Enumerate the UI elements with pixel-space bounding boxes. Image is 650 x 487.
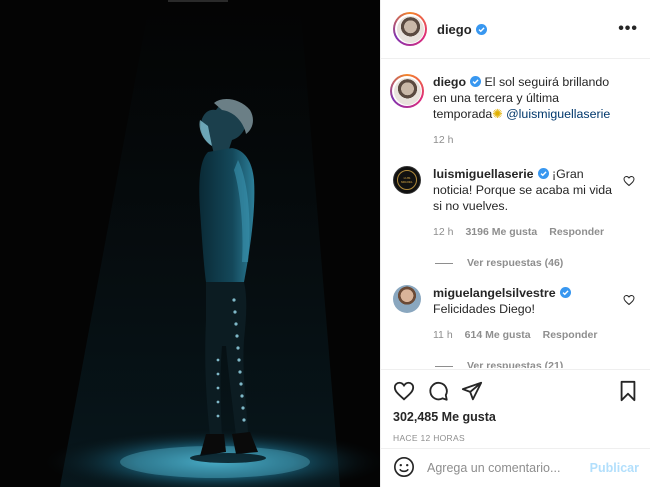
more-options-icon[interactable]: ••• bbox=[618, 20, 638, 38]
share-icon[interactable] bbox=[461, 380, 483, 402]
post-actions: 302,485 Me gusta HACE 12 HORAS bbox=[381, 369, 650, 443]
like-comment-heart-icon[interactable] bbox=[623, 294, 635, 306]
comment-time[interactable]: 11 h bbox=[433, 327, 453, 343]
commenter-avatar-logo-text: LUIS MIGUEL bbox=[401, 176, 413, 184]
verified-icon bbox=[475, 23, 487, 35]
comment-item: LUIS MIGUEL luismiguellaserie ¡Gran noti… bbox=[393, 166, 635, 240]
heart-icon[interactable] bbox=[393, 380, 415, 402]
commenter-avatar[interactable]: LUIS MIGUEL bbox=[393, 166, 421, 194]
likes-count[interactable]: 302,485 Me gusta bbox=[393, 410, 639, 424]
replies-divider bbox=[435, 365, 453, 367]
bookmark-icon[interactable] bbox=[617, 380, 639, 402]
caption-mention-link[interactable]: @luismiguellaserie bbox=[506, 107, 610, 121]
comment-icon[interactable] bbox=[427, 380, 449, 402]
view-replies-button[interactable]: Ver respuestas (46) bbox=[435, 257, 635, 269]
author-avatar[interactable] bbox=[393, 12, 427, 46]
verified-icon bbox=[559, 287, 571, 298]
caption-username[interactable]: diego bbox=[433, 75, 466, 89]
post-photo[interactable] bbox=[0, 0, 380, 487]
view-replies-label[interactable]: Ver respuestas (21) bbox=[467, 360, 563, 368]
replies-divider bbox=[435, 262, 453, 264]
verified-icon bbox=[470, 76, 482, 87]
like-comment-heart-icon[interactable] bbox=[623, 175, 635, 187]
caption-time[interactable]: 12 h bbox=[433, 132, 453, 148]
post-time[interactable]: HACE 12 HORAS bbox=[393, 433, 639, 443]
commenter-username[interactable]: miguelangelsilvestre bbox=[433, 286, 556, 300]
post-header: diego ••• bbox=[381, 0, 650, 59]
add-comment-bar: Publicar bbox=[381, 448, 650, 487]
post-side-panel: diego ••• diego El sol seguirá brillando… bbox=[380, 0, 650, 487]
verified-icon bbox=[537, 168, 549, 179]
stage-photo-illustration bbox=[0, 0, 380, 487]
post-caption: diego El sol seguirá brillando en una te… bbox=[390, 74, 635, 148]
commenter-avatar[interactable] bbox=[393, 285, 421, 313]
comment-time[interactable]: 12 h bbox=[433, 224, 453, 240]
sun-emoji-icon: ✺ bbox=[492, 107, 503, 121]
author-username[interactable]: diego bbox=[437, 22, 472, 37]
comment-text: Felicidades Diego! bbox=[433, 302, 535, 316]
comment-likes[interactable]: 3196 Me gusta bbox=[465, 224, 537, 240]
commenter-username[interactable]: luismiguellaserie bbox=[433, 167, 534, 181]
emoji-icon[interactable] bbox=[393, 456, 415, 481]
comment-input[interactable] bbox=[427, 461, 590, 475]
reply-button[interactable]: Responder bbox=[549, 224, 604, 240]
view-replies-label[interactable]: Ver respuestas (46) bbox=[467, 257, 563, 269]
comments-section[interactable]: diego El sol seguirá brillando en una te… bbox=[381, 60, 650, 368]
comment-item: miguelangelsilvestre Felicidades Diego! … bbox=[393, 285, 635, 343]
caption-avatar[interactable] bbox=[390, 74, 424, 108]
reply-button[interactable]: Responder bbox=[543, 327, 598, 343]
publish-button[interactable]: Publicar bbox=[590, 461, 639, 475]
view-replies-button[interactable]: Ver respuestas (21) bbox=[435, 360, 635, 368]
comment-likes[interactable]: 614 Me gusta bbox=[465, 327, 531, 343]
